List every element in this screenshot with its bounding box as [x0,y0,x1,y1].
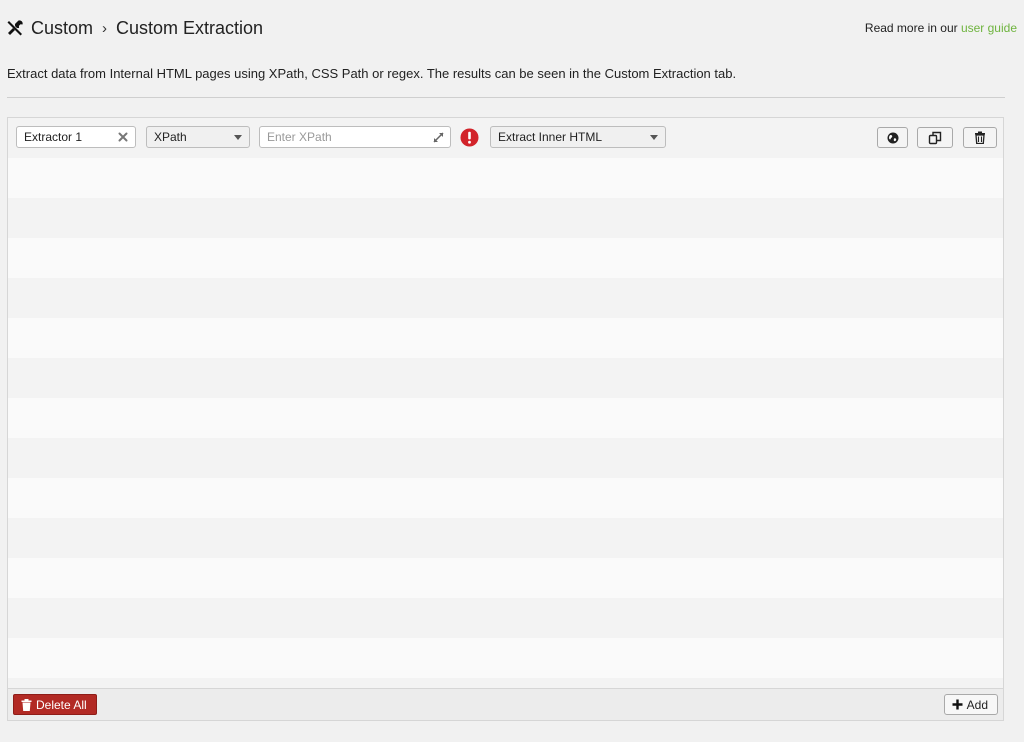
plus-icon [952,699,963,710]
extractor-name-input[interactable]: Extractor 1 [16,126,136,148]
breadcrumb-separator: › [102,19,108,37]
close-icon[interactable] [116,130,130,144]
chevron-down-icon [650,135,658,140]
panel-footer: Delete All Add [8,688,1003,720]
chevron-down-icon [234,135,242,140]
extraction-mode-value: Extract Inner HTML [498,130,603,144]
copy-icon [928,131,942,144]
globe-icon [887,132,898,143]
custom-extraction-page: Custom › Custom Extraction Read more in … [0,0,1024,742]
divider [7,97,1005,98]
add-extractor-button[interactable]: Add [943,694,998,715]
extractors-panel: Extractor 1 XPath Enter XPath Extract In… [7,117,1004,721]
add-label: Add [966,697,988,712]
extractor-type-value: XPath [154,130,187,144]
extractor-list: Extractor 1 XPath Enter XPath Extract In… [8,118,1003,690]
trash-icon [975,131,985,144]
delete-all-label: Delete All [36,697,87,712]
xpath-placeholder: Enter XPath [267,130,332,144]
user-guide-note: Read more in our user guide [865,21,1017,35]
extractor-name-value: Extractor 1 [24,130,83,144]
delete-extractor-button[interactable] [963,127,997,148]
extractor-row: Extractor 1 XPath Enter XPath Extract In… [8,118,1003,158]
delete-all-button[interactable]: Delete All [13,694,97,715]
test-url-button[interactable] [877,127,908,148]
breadcrumb-root[interactable]: Custom [31,18,93,39]
trash-icon [21,698,32,711]
extractor-type-select[interactable]: XPath [146,126,250,148]
breadcrumb: Custom › Custom Extraction [6,16,263,40]
expand-icon[interactable] [432,131,445,144]
user-guide-link[interactable]: user guide [961,21,1017,35]
xpath-input[interactable]: Enter XPath [259,126,451,148]
duplicate-extractor-button[interactable] [917,127,953,148]
alert-icon [460,128,479,147]
page-title: Custom Extraction [116,17,264,38]
tools-icon [7,20,23,36]
page-description: Extract data from Internal HTML pages us… [7,66,737,81]
user-guide-prefix: Read more in our [864,21,961,35]
header: Custom › Custom Extraction Read more in … [0,0,1024,56]
extraction-mode-select[interactable]: Extract Inner HTML [490,126,666,148]
